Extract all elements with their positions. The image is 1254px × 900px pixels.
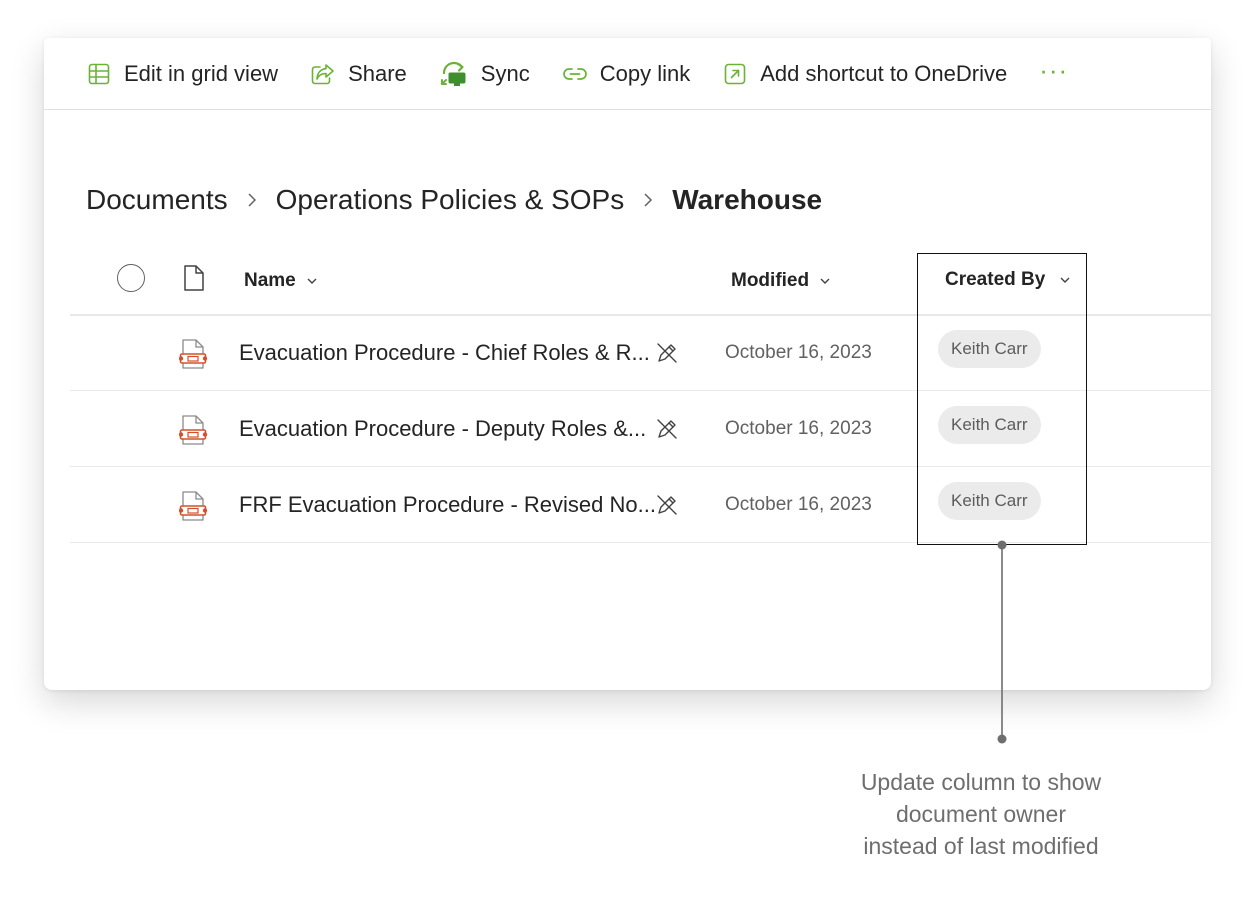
edit-in-grid-view-label: Edit in grid view [124, 60, 279, 86]
powerpoint-file-icon [178, 490, 209, 527]
sync-icon [439, 61, 469, 87]
add-shortcut-label: Add shortcut to OneDrive [760, 60, 1008, 86]
canvas: Edit in grid view Share Sync Copy link A… [0, 0, 1254, 900]
column-header-name[interactable]: Name [244, 248, 318, 314]
chevron-right-icon [642, 191, 654, 209]
more-options-button[interactable]: ··· [1039, 57, 1068, 83]
annotation-connector [997, 540, 1007, 744]
powerpoint-file-icon [178, 414, 209, 451]
column-header-modified[interactable]: Modified [731, 248, 831, 314]
chevron-right-icon [246, 191, 258, 209]
column-header-created-by[interactable]: Created By [945, 247, 1071, 313]
add-shortcut-to-onedrive-button[interactable]: Add shortcut to OneDrive [722, 61, 1007, 87]
pen-edit-icon [655, 493, 679, 522]
column-header-created-by-label: Created By [945, 269, 1046, 290]
annotation-callout: Update column to show document owner ins… [820, 766, 1142, 862]
chevron-down-icon [819, 277, 831, 285]
created-by-persona[interactable]: Keith Carr [938, 330, 1041, 368]
annotation-line: Update column to show [860, 769, 1102, 795]
file-list-header: Name Modified Created By [70, 248, 1211, 316]
column-header-modified-label: Modified [731, 270, 810, 291]
sync-label: Sync [480, 60, 530, 86]
modified-date: October 16, 2023 [725, 494, 872, 515]
modified-date: October 16, 2023 [725, 342, 872, 363]
modified-date: October 16, 2023 [725, 418, 872, 439]
grid-icon [86, 61, 112, 87]
breadcrumb-operations-policies[interactable]: Operations Policies & SOPs [276, 184, 625, 216]
copy-link-button[interactable]: Copy link [562, 61, 690, 87]
file-type-icon[interactable] [183, 264, 205, 297]
breadcrumb: Documents Operations Policies & SOPs War… [86, 184, 822, 216]
share-label: Share [348, 60, 407, 86]
breadcrumb-documents[interactable]: Documents [86, 184, 228, 216]
select-all-checkbox[interactable] [117, 264, 145, 292]
annotation-line: instead of last modified [863, 833, 1099, 859]
table-row[interactable]: Evacuation Procedure - Deputy Roles &...… [70, 391, 1211, 467]
file-name-link[interactable]: FRF Evacuation Procedure - Revised No... [239, 467, 656, 543]
sync-button[interactable]: Sync [439, 61, 530, 87]
file-name-link[interactable]: Evacuation Procedure - Chief Roles & R..… [239, 315, 650, 391]
table-row[interactable]: FRF Evacuation Procedure - Revised No...… [70, 467, 1211, 543]
link-icon [562, 61, 588, 87]
breadcrumb-current-folder: Warehouse [672, 184, 823, 215]
shortcut-icon [722, 61, 748, 87]
chevron-down-icon [306, 277, 318, 285]
pen-edit-icon [655, 417, 679, 446]
share-button[interactable]: Share [310, 61, 407, 87]
pen-edit-icon [655, 341, 679, 370]
copy-link-label: Copy link [599, 60, 691, 86]
powerpoint-file-icon [178, 338, 209, 375]
edit-in-grid-view-button[interactable]: Edit in grid view [86, 61, 278, 87]
annotation-line: document owner [895, 801, 1067, 827]
table-row[interactable]: Evacuation Procedure - Chief Roles & R..… [70, 315, 1211, 391]
command-bar: Edit in grid view Share Sync Copy link A… [44, 38, 1211, 110]
created-by-persona[interactable]: Keith Carr [938, 482, 1041, 520]
document-library-window: Edit in grid view Share Sync Copy link A… [44, 38, 1211, 690]
chevron-down-icon [1059, 276, 1071, 284]
column-header-name-label: Name [244, 270, 296, 291]
file-name-link[interactable]: Evacuation Procedure - Deputy Roles &... [239, 391, 646, 467]
created-by-persona[interactable]: Keith Carr [938, 406, 1041, 444]
share-icon [310, 61, 336, 87]
